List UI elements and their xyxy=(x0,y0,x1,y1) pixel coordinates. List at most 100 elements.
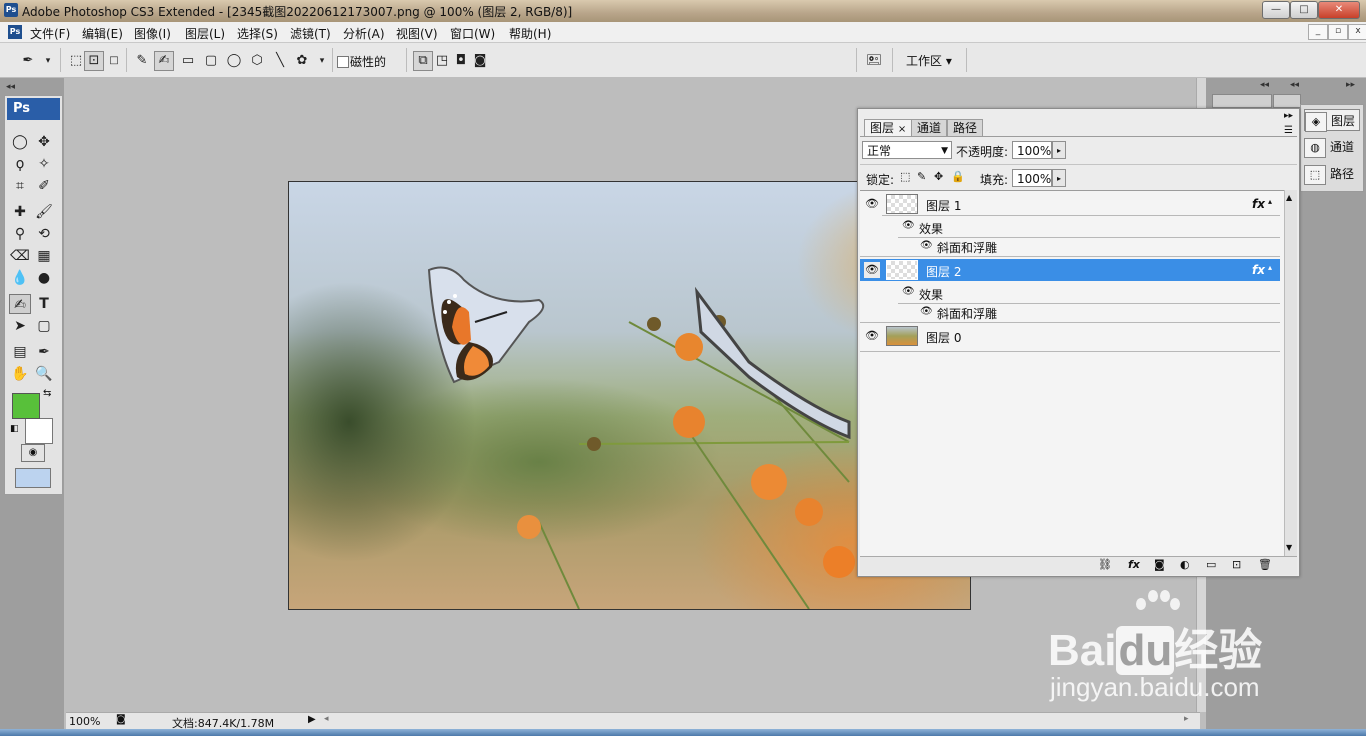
fill-slider-arrow-icon[interactable]: ▸ xyxy=(1052,169,1066,187)
history-brush-icon[interactable]: ⟲ xyxy=(33,224,55,244)
paths-icon[interactable]: ⊡ xyxy=(84,51,104,71)
magnetic-checkbox[interactable] xyxy=(337,56,349,68)
menu-analysis[interactable]: 分析(A) xyxy=(343,25,385,42)
add-to-path-icon[interactable]: ⧉ xyxy=(413,51,433,71)
layer-row[interactable]: 👁 图层 0 xyxy=(860,325,1280,347)
blend-mode-select[interactable]: 正常 ▼ xyxy=(862,141,952,159)
dock-channels[interactable]: ◍ 通道 xyxy=(1304,136,1360,158)
maximize-button[interactable]: □ xyxy=(1290,1,1318,19)
fill-input[interactable]: 100% xyxy=(1012,169,1052,187)
delete-layer-icon[interactable]: 🗑 xyxy=(1258,558,1272,571)
close-tab-icon[interactable]: × xyxy=(898,124,906,135)
freeform-pen-icon[interactable]: ✍ xyxy=(154,51,174,71)
collapsed-panel-tab[interactable] xyxy=(1273,94,1301,108)
opacity-slider-arrow-icon[interactable]: ▸ xyxy=(1052,141,1066,159)
subtract-from-path-icon[interactable]: ◳ xyxy=(432,51,452,71)
hand-tool-icon[interactable]: ✋ xyxy=(9,364,31,384)
intersect-path-icon[interactable]: ◘ xyxy=(451,51,471,71)
exclude-overlap-icon[interactable]: ◙ xyxy=(470,51,490,71)
eraser-tool-icon[interactable]: ⌫ xyxy=(9,246,31,266)
new-group-icon[interactable]: ▭ xyxy=(1206,558,1216,571)
pen-tool-icon[interactable]: ✍ xyxy=(9,294,31,314)
screen-mode-icon[interactable] xyxy=(15,468,51,488)
minimize-button[interactable]: — xyxy=(1262,1,1290,19)
visibility-eye-icon[interactable]: 👁 xyxy=(864,196,880,212)
swap-colors-icon[interactable]: ⇆ xyxy=(43,388,51,399)
default-colors-icon[interactable]: ◧ xyxy=(10,424,19,434)
effect-eye-icon[interactable]: 👁 xyxy=(920,306,933,317)
move-tool-icon[interactable]: ✥ xyxy=(33,132,55,152)
menu-layer[interactable]: 图层(L) xyxy=(185,25,225,42)
fill-pixels-icon[interactable]: □ xyxy=(104,51,124,71)
rounded-rectangle-icon[interactable]: ▢ xyxy=(201,51,221,71)
adjustment-layer-icon[interactable]: ◐ xyxy=(1180,558,1190,571)
lasso-tool-icon[interactable]: ϙ xyxy=(9,154,31,174)
effects-eye-icon[interactable]: 👁 xyxy=(902,286,915,297)
document-icon[interactable]: Ps xyxy=(8,25,22,39)
new-layer-icon[interactable]: ⊡ xyxy=(1232,558,1241,571)
collapse-arrows-icon[interactable]: ◂◂ xyxy=(1290,80,1299,90)
menu-help[interactable]: 帮助(H) xyxy=(509,25,551,42)
clone-stamp-icon[interactable]: ⚲ xyxy=(9,224,31,244)
lock-position-icon[interactable]: ✥ xyxy=(934,170,943,183)
menu-select[interactable]: 选择(S) xyxy=(237,25,278,42)
opacity-input[interactable]: 100% xyxy=(1012,141,1052,159)
panel-menu-icon[interactable]: ☰ xyxy=(1284,125,1293,136)
marquee-tool-icon[interactable]: ◯ xyxy=(9,132,31,152)
collapse-arrows-icon[interactable]: ◂◂ xyxy=(6,82,15,92)
doc-restore-button[interactable]: ▫ xyxy=(1328,24,1348,40)
dodge-tool-icon[interactable]: ● xyxy=(33,268,55,288)
dock-paths[interactable]: ⬚ 路径 xyxy=(1304,163,1360,185)
shape-tool-icon[interactable]: ▢ xyxy=(33,316,55,336)
collapsed-panel-tab[interactable] xyxy=(1212,94,1272,108)
path-selection-icon[interactable]: ➤ xyxy=(9,316,31,336)
zoom-tool-icon[interactable]: 🔍 xyxy=(33,364,55,384)
custom-shape-icon[interactable]: ✿ xyxy=(292,51,312,71)
effect-bevel-label[interactable]: 斜面和浮雕 xyxy=(937,305,997,322)
add-mask-icon[interactable]: ◙ xyxy=(1154,558,1165,571)
lock-all-icon[interactable]: 🔒 xyxy=(951,170,965,183)
doc-minimize-button[interactable]: _ xyxy=(1308,24,1328,40)
zoom-level[interactable]: 100% xyxy=(69,715,100,728)
status-menu-arrow-icon[interactable]: ▶ xyxy=(308,714,316,725)
lock-transparency-icon[interactable]: ⬚ xyxy=(900,170,910,183)
preset-dropdown-icon[interactable]: ▾ xyxy=(38,51,58,71)
scroll-down-icon[interactable]: ▼ xyxy=(1286,543,1292,552)
tab-paths[interactable]: 路径 xyxy=(947,119,984,136)
scroll-up-icon[interactable]: ▲ xyxy=(1286,193,1292,202)
blur-tool-icon[interactable]: 💧 xyxy=(9,268,31,288)
notes-tool-icon[interactable]: ▤ xyxy=(9,342,31,362)
effect-bevel-label[interactable]: 斜面和浮雕 xyxy=(937,239,997,256)
layer-row[interactable]: 👁 图层 1 fx ▴ xyxy=(860,193,1280,215)
scroll-right-arrow-icon[interactable]: ▸ xyxy=(1184,714,1189,724)
doc-close-button[interactable]: x xyxy=(1348,24,1366,40)
menu-window[interactable]: 窗口(W) xyxy=(450,25,495,42)
layer-fx-badge[interactable]: fx xyxy=(1252,263,1265,277)
visibility-eye-icon[interactable]: 👁 xyxy=(864,328,880,344)
ellipse-shape-icon[interactable]: ◯ xyxy=(224,51,244,71)
workspace-menu[interactable]: 工作区 ▾ xyxy=(906,52,952,69)
tab-channels[interactable]: 通道 xyxy=(911,119,948,136)
gradient-tool-icon[interactable]: ▦ xyxy=(33,246,55,266)
background-color-swatch[interactable] xyxy=(25,418,53,444)
menu-image[interactable]: 图像(I) xyxy=(134,25,171,42)
slice-tool-icon[interactable]: ✐ xyxy=(33,176,55,196)
menu-file[interactable]: 文件(F) xyxy=(30,25,70,42)
panel-collapse-icon[interactable]: ▸▸ xyxy=(1284,111,1293,121)
expand-arrows-icon[interactable]: ▸▸ xyxy=(1346,80,1355,90)
add-layer-style-icon[interactable]: fx xyxy=(1128,558,1140,571)
eyedropper-icon[interactable]: ✒ xyxy=(33,342,55,362)
dock-layers[interactable]: ◈ 图层 xyxy=(1304,109,1360,132)
geometry-options-dropdown-icon[interactable]: ▾ xyxy=(312,51,332,71)
collapse-arrows-icon[interactable]: ◂◂ xyxy=(1260,80,1269,90)
healing-brush-icon[interactable]: ✚ xyxy=(9,202,31,222)
crop-tool-icon[interactable]: ⌗ xyxy=(9,176,31,196)
menu-filter[interactable]: 滤镜(T) xyxy=(290,25,331,42)
close-button[interactable]: ✕ xyxy=(1318,1,1360,19)
pen-tool-icon[interactable]: ✎ xyxy=(132,51,152,71)
line-shape-icon[interactable]: ╲ xyxy=(270,51,290,71)
tab-layers[interactable]: 图层 × xyxy=(864,119,913,136)
polygon-shape-icon[interactable]: ⬡ xyxy=(247,51,267,71)
collapse-effects-icon[interactable]: ▴ xyxy=(1268,263,1272,272)
visibility-eye-icon[interactable]: 👁 xyxy=(864,262,880,278)
